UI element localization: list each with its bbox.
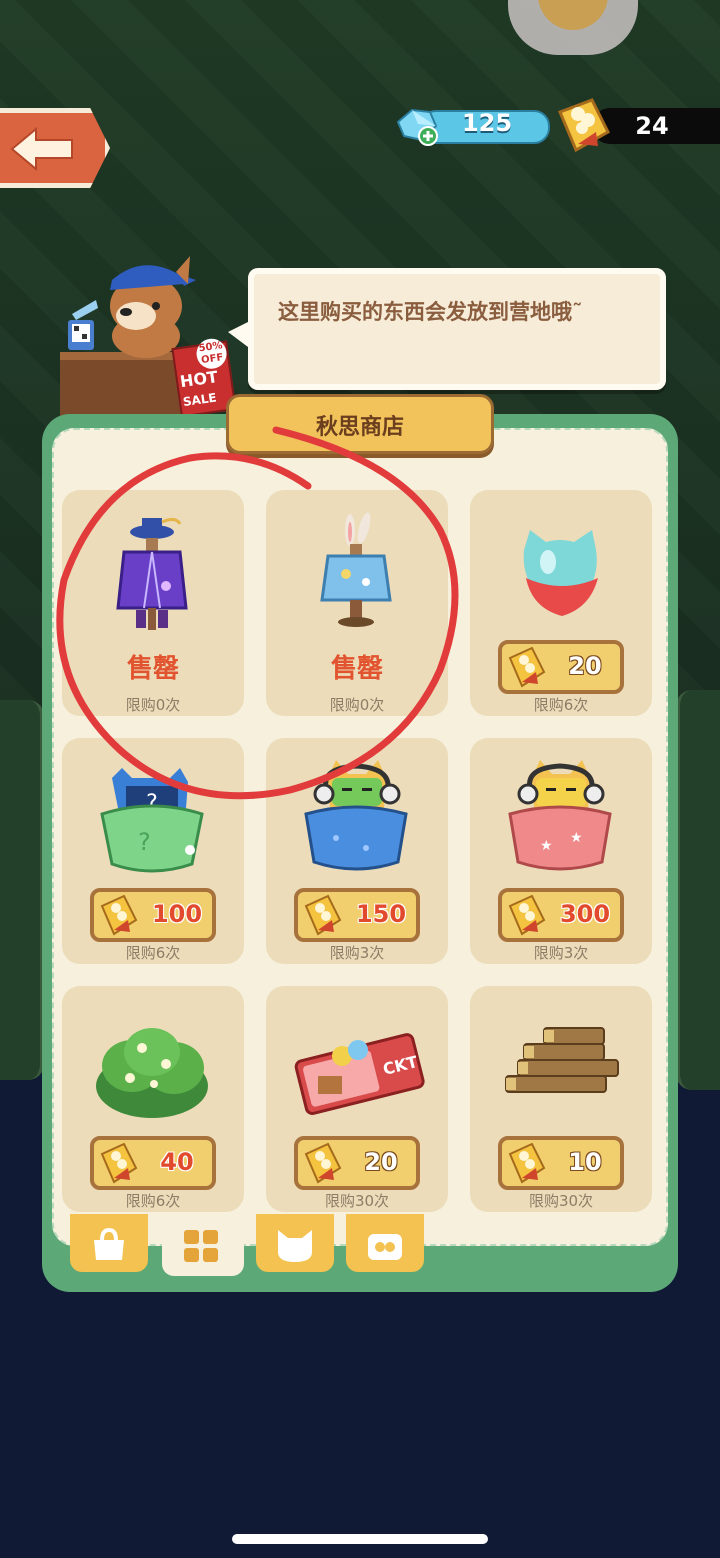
price-value: 20 [568, 652, 602, 680]
item-card-blue-robot[interactable]: 150 限购3次 [266, 738, 448, 964]
price-button[interactable]: 10 [498, 1136, 624, 1190]
shop-title-plate: 秋思商店 [226, 394, 494, 454]
price-button[interactable]: 20 [294, 1136, 420, 1190]
cat-icon [278, 1230, 312, 1262]
item-grid: 售罄 限购0次 售罄 限购0次 20 限购6次 ? ? 100 限购6次 150… [62, 490, 658, 1212]
popcorn-coin-icon [558, 98, 610, 153]
popcorn-coin-icon [100, 894, 138, 936]
coin-value: 24 [635, 112, 669, 140]
purchase-limit: 限购3次 [533, 944, 589, 962]
shop-counter [60, 352, 190, 416]
blue-robot-bag-image [304, 760, 408, 871]
svg-text:★: ★ [540, 838, 553, 854]
popcorn-coin-icon [508, 894, 546, 936]
grid-icon [184, 1230, 218, 1262]
popcorn-coin-icon [508, 646, 546, 688]
price-value: 100 [151, 900, 203, 928]
purchase-limit: 限购6次 [125, 1192, 181, 1210]
svg-text:★: ★ [570, 830, 583, 846]
back-button[interactable] [0, 108, 110, 188]
purchase-limit: 限购6次 [533, 696, 589, 714]
item-card-cat-egg[interactable]: 20 限购6次 [470, 490, 652, 716]
speech-bubble: 这里购买的东西会发放到营地哦˜ [228, 268, 666, 390]
price-value: 300 [559, 900, 611, 928]
tab-popcorn[interactable] [346, 1214, 424, 1272]
tab-cat[interactable] [256, 1214, 334, 1272]
price-button[interactable]: 150 [294, 888, 420, 942]
popcorn-coin-icon [304, 894, 342, 936]
price-button[interactable]: 300 [498, 888, 624, 942]
hot-label: HOT [178, 367, 220, 392]
wood-logs-image [505, 1027, 619, 1093]
price-value: 150 [355, 900, 407, 928]
price-value: 40 [160, 1148, 194, 1176]
item-card-bunny-kimono[interactable]: 售罄 限购0次 [266, 490, 448, 716]
price-button[interactable]: 20 [498, 640, 624, 694]
flower-bush-image [96, 1028, 208, 1118]
purchase-limit: 限购3次 [329, 944, 385, 962]
tab-grid[interactable] [162, 1214, 244, 1276]
item-card-green-bag[interactable]: ? ? 100 限购6次 [62, 738, 244, 964]
popcorn-box-icon [368, 1234, 402, 1260]
speech-text: 这里购买的东西会发放到营地哦˜ [278, 300, 583, 324]
purchase-limit: 限购0次 [125, 696, 181, 714]
purchase-limit: 限购30次 [324, 1192, 390, 1210]
home-indicator[interactable] [232, 1534, 488, 1544]
price-value: 10 [568, 1148, 602, 1176]
purchase-limit: 限购0次 [329, 696, 385, 714]
coin-counter: 24 [552, 92, 720, 158]
svg-text:?: ? [138, 828, 151, 856]
item-card-purple-robe[interactable]: 售罄 限购0次 [62, 490, 244, 716]
island-edge-right [676, 690, 720, 1090]
price-button[interactable]: 40 [90, 1136, 216, 1190]
purchase-limit: 限购30次 [528, 1192, 594, 1210]
qr-code-sign [68, 300, 98, 350]
back-arrow-icon [10, 127, 73, 171]
gem-icon [396, 108, 438, 146]
shopkeeper-dog [110, 256, 196, 358]
island-edge-left [0, 700, 44, 1080]
shop-tabs [70, 1214, 430, 1276]
bag-icon [94, 1227, 124, 1260]
price-value: 20 [364, 1148, 398, 1176]
popcorn-coin-icon [508, 1142, 546, 1184]
ckt-ticket-image: CKT [294, 1033, 425, 1116]
price-button[interactable]: 100 [90, 888, 216, 942]
popcorn-coin-icon [304, 1142, 342, 1184]
sold-out-label: 售罄 [330, 654, 383, 684]
purple-robe-image [116, 517, 188, 630]
purchase-limit: 限购6次 [125, 944, 181, 962]
pink-robot-bag-image: ★ ★ [508, 760, 612, 871]
green-mystery-bag-image: ? ? [100, 768, 204, 873]
item-card-ckt-ticket[interactable]: CKT 20 限购30次 [266, 986, 448, 1212]
tab-bag[interactable] [70, 1214, 148, 1272]
popcorn-coin-icon [100, 1142, 138, 1184]
item-card-flower-bush[interactable]: 40 限购6次 [62, 986, 244, 1212]
cat-gem-egg-image [523, 530, 598, 616]
item-card-pink-robot[interactable]: ★ ★ 300 限购3次 [470, 738, 652, 964]
sold-out-label: 售罄 [126, 654, 179, 684]
sale-label: SALE [182, 390, 218, 410]
gem-counter[interactable]: 125 [392, 104, 550, 146]
bunny-kimono-image [320, 512, 392, 627]
gem-value: 125 [461, 109, 513, 137]
shop-title: 秋思商店 [315, 415, 404, 440]
item-card-wood-logs[interactable]: 10 限购30次 [470, 986, 652, 1212]
